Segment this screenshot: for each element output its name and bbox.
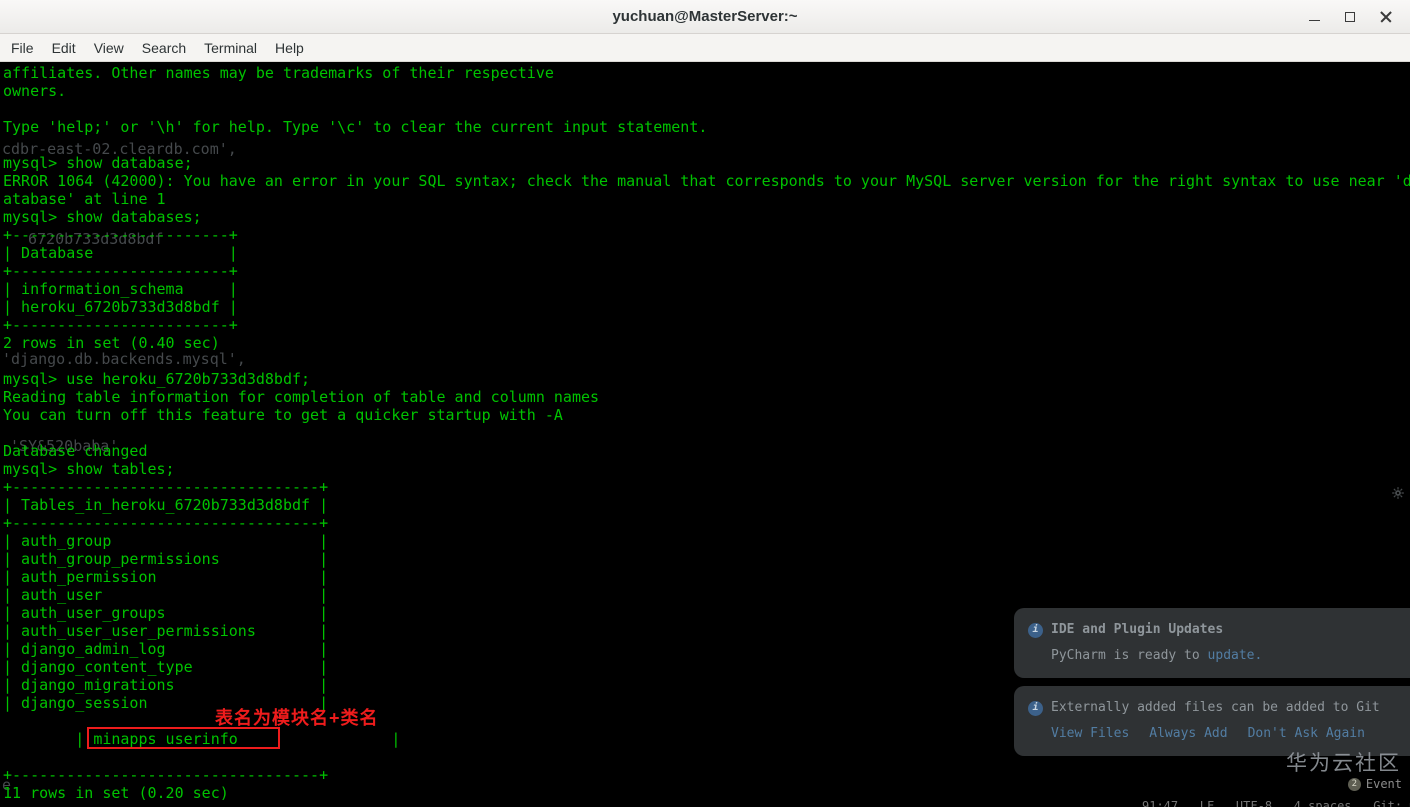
menu-terminal[interactable]: Terminal — [195, 36, 266, 60]
menu-search[interactable]: Search — [133, 36, 195, 60]
info-icon: i — [1028, 700, 1043, 716]
minimize-button[interactable] — [1296, 0, 1332, 34]
titlebar: yuchuan@MasterServer:~ — [0, 0, 1410, 34]
close-button[interactable] — [1368, 0, 1404, 34]
huawei-cloud-watermark: 华为云社区 — [1286, 751, 1401, 775]
red-annotation-text: 表名为模块名+类名 — [215, 708, 379, 728]
terminal-viewport[interactable]: cdbr-east-02.cleardb.com', 6720b733d3d8b… — [0, 62, 1410, 807]
pycharm-statusbar-fragment: 91:47 LF UTF-8 4 spaces Git: master Pyth… — [1142, 799, 1410, 807]
minimize-icon — [1308, 19, 1320, 22]
notification-ide-updates[interactable]: i IDE and Plugin Updates PyCharm is read… — [1014, 608, 1410, 678]
notification-text: Externally added files can be added to G… — [1051, 700, 1380, 715]
notification-body-text: PyCharm is ready to — [1051, 648, 1208, 663]
menu-edit[interactable]: Edit — [43, 36, 85, 60]
dont-ask-again-link[interactable]: Don't Ask Again — [1248, 725, 1365, 743]
window-title: yuchuan@MasterServer:~ — [612, 8, 798, 25]
update-link[interactable]: update. — [1208, 648, 1263, 663]
window-controls — [1296, 0, 1410, 34]
menu-help[interactable]: Help — [266, 36, 313, 60]
menubar: File Edit View Search Terminal Help — [0, 34, 1410, 62]
event-log-button[interactable]: 2 Event — [1347, 775, 1402, 793]
notification-stack: i IDE and Plugin Updates PyCharm is read… — [1014, 608, 1410, 756]
always-add-link[interactable]: Always Add — [1149, 725, 1227, 743]
view-files-link[interactable]: View Files — [1051, 725, 1129, 743]
terminal-window: yuchuan@MasterServer:~ File Edit View Se… — [0, 0, 1410, 807]
minapps-userinfo-highlight: minapps_userinfo — [93, 730, 238, 748]
event-badge-icon: 2 — [1347, 777, 1361, 791]
menu-file[interactable]: File — [2, 36, 43, 60]
maximize-icon — [1345, 11, 1355, 22]
info-icon: i — [1028, 622, 1043, 638]
event-label: Event — [1365, 777, 1402, 791]
close-icon — [1380, 11, 1392, 23]
notification-title: IDE and Plugin Updates — [1051, 622, 1224, 637]
notification-settings-gear-icon[interactable] — [1391, 486, 1405, 504]
menu-view[interactable]: View — [85, 36, 133, 60]
maximize-button[interactable] — [1332, 0, 1368, 34]
notification-body: PyCharm is ready to update. — [1028, 647, 1396, 665]
notification-git-files[interactable]: i Externally added files can be added to… — [1014, 686, 1410, 756]
